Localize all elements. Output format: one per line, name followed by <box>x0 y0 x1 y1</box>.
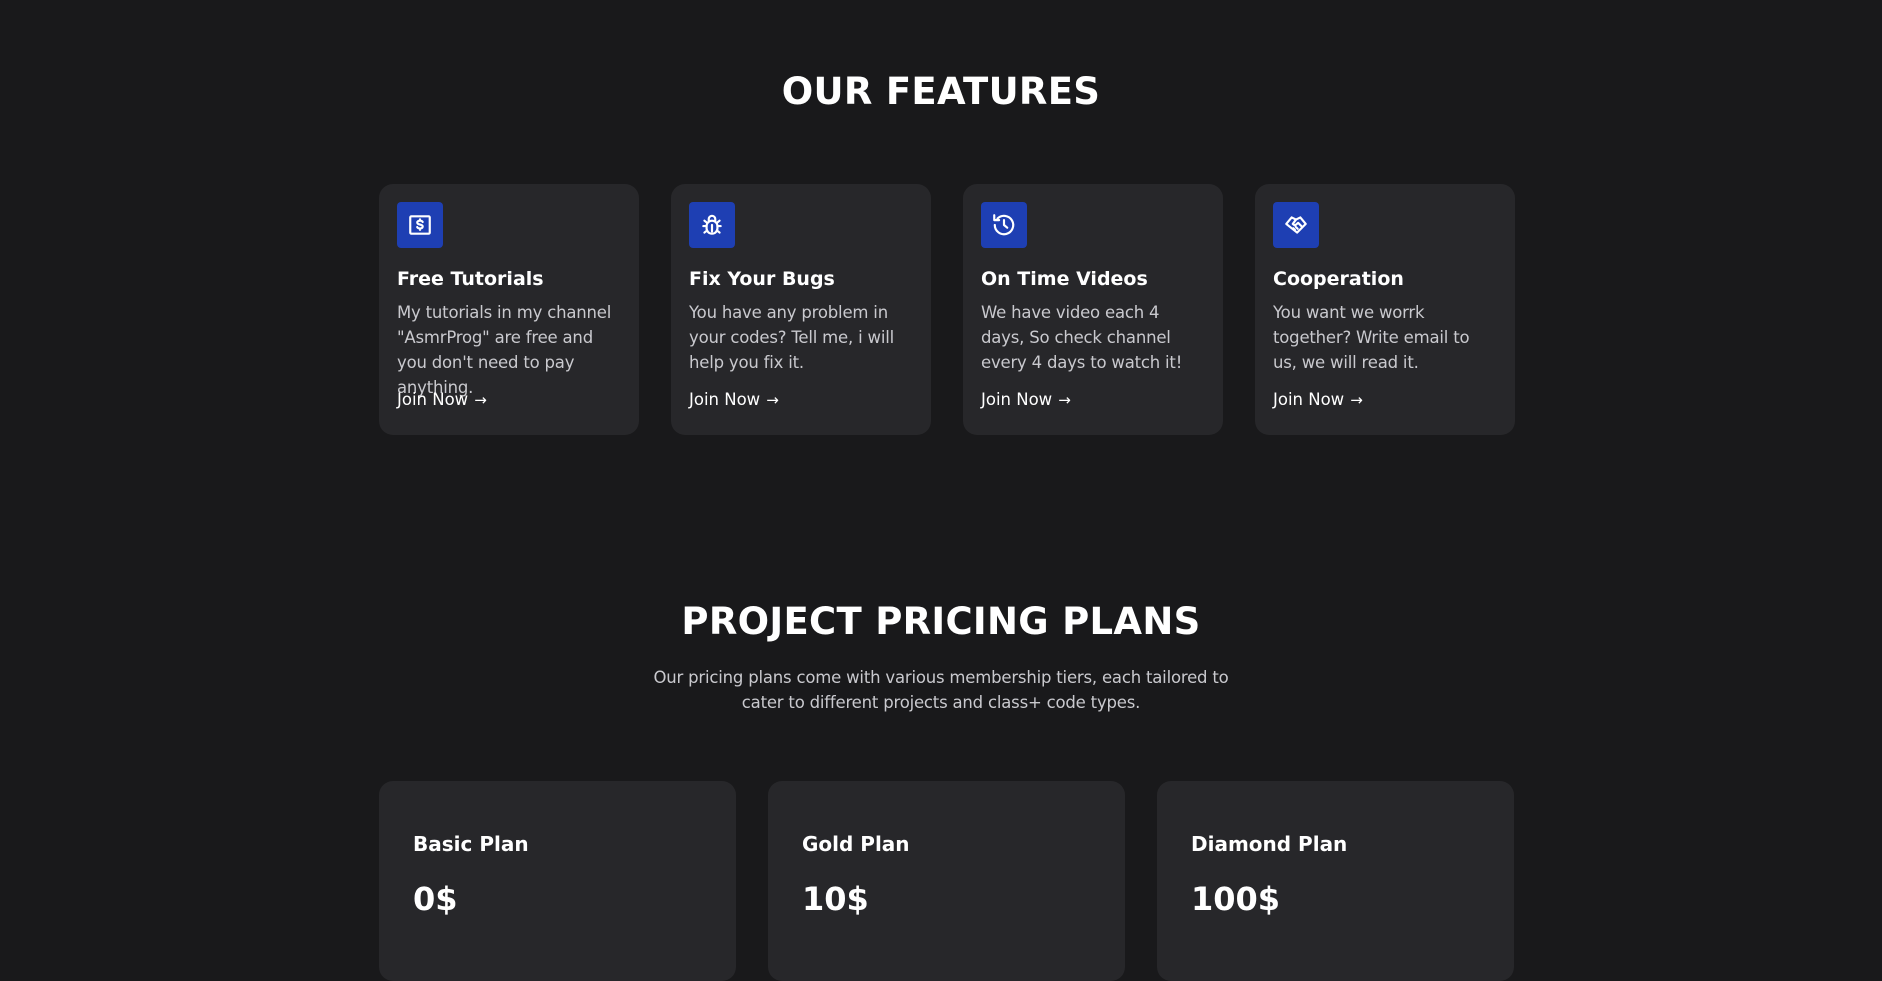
feature-card-on-time-videos: On Time Videos We have video each 4 days… <box>963 184 1223 435</box>
features-section-title: OUR FEATURES <box>781 70 1101 113</box>
handshake-icon <box>1273 202 1319 248</box>
arrow-right-icon: → <box>766 390 779 409</box>
plan-price: 100$ <box>1191 880 1281 918</box>
arrow-right-icon: → <box>1058 390 1071 409</box>
feature-description: We have video each 4 days, So check chan… <box>981 303 1183 372</box>
join-now-label: Join Now <box>1273 390 1345 409</box>
plan-name: Basic Plan <box>413 832 529 856</box>
join-now-label: Join Now <box>981 390 1053 409</box>
join-now-link[interactable]: Join Now → <box>689 390 779 409</box>
plan-price: 0$ <box>413 880 458 918</box>
join-now-label: Join Now <box>689 390 761 409</box>
pricing-section-title: PROJECT PRICING PLANS <box>681 600 1201 643</box>
arrow-right-icon: → <box>1350 390 1363 409</box>
feature-title: Fix Your Bugs <box>689 268 835 290</box>
feature-card-free-tutorials: Free Tutorials My tutorials in my channe… <box>379 184 639 435</box>
feature-description: My tutorials in my channel "AsmrProg" ar… <box>397 303 612 397</box>
plan-card-diamond: Diamond Plan 100$ <box>1157 781 1514 981</box>
join-now-link[interactable]: Join Now → <box>1273 390 1363 409</box>
feature-description: You have any problem in your codes? Tell… <box>689 303 894 372</box>
feature-card-cooperation: Cooperation You want we worrk together? … <box>1255 184 1515 435</box>
pricing-subtitle: Our pricing plans come with various memb… <box>653 668 1229 712</box>
plan-card-basic: Basic Plan 0$ <box>379 781 736 981</box>
join-now-link[interactable]: Join Now → <box>397 390 487 409</box>
plan-card-gold: Gold Plan 10$ <box>768 781 1125 981</box>
features-grid: Free Tutorials My tutorials in my channe… <box>379 184 1515 435</box>
feature-title: Cooperation <box>1273 268 1404 290</box>
feature-card-fix-bugs: Fix Your Bugs You have any problem in yo… <box>671 184 931 435</box>
plan-price: 10$ <box>802 880 869 918</box>
feature-title: On Time Videos <box>981 268 1148 290</box>
history-icon <box>981 202 1027 248</box>
join-now-label: Join Now <box>397 390 469 409</box>
feature-title: Free Tutorials <box>397 268 544 290</box>
arrow-right-icon: → <box>474 390 487 409</box>
plan-name: Gold Plan <box>802 832 910 856</box>
join-now-link[interactable]: Join Now → <box>981 390 1071 409</box>
pricing-plans-grid: Basic Plan 0$ Gold Plan 10$ Diamond Plan… <box>379 781 1515 981</box>
plan-name: Diamond Plan <box>1191 832 1348 856</box>
bug-icon <box>689 202 735 248</box>
dollar-bill-icon <box>397 202 443 248</box>
feature-description: You want we worrk together? Write email … <box>1273 303 1470 372</box>
